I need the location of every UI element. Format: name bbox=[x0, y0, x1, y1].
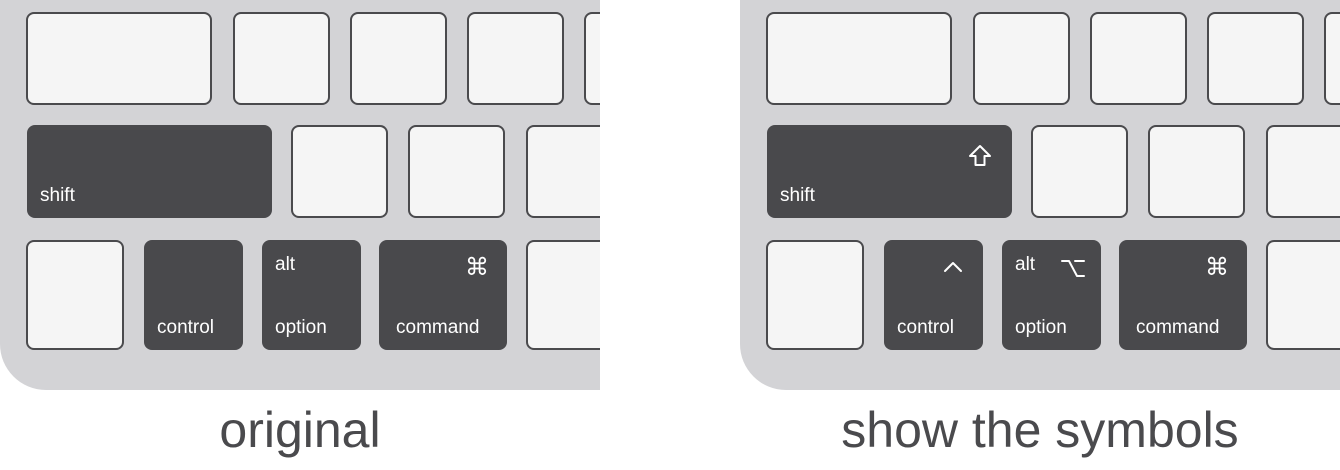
command-key-label: command bbox=[1136, 317, 1220, 338]
key-blank[interactable] bbox=[973, 12, 1070, 105]
command-key-icon: ⌘ bbox=[465, 254, 489, 281]
key-blank[interactable] bbox=[408, 125, 505, 218]
fn-key[interactable] bbox=[26, 240, 124, 350]
keyboard-with-symbols: shift control alt option ⌘ command bbox=[740, 0, 1340, 390]
option-key[interactable]: alt option bbox=[1002, 240, 1101, 350]
key-blank[interactable] bbox=[467, 12, 564, 105]
key-blank[interactable] bbox=[1266, 125, 1340, 218]
option-key-alt-label: alt bbox=[275, 254, 296, 275]
key-blank[interactable] bbox=[1266, 240, 1340, 350]
key-blank[interactable] bbox=[526, 240, 600, 350]
key-blank[interactable] bbox=[526, 125, 600, 218]
option-key-label: option bbox=[1015, 317, 1067, 338]
shift-key-label: shift bbox=[780, 185, 815, 206]
option-key-icon bbox=[1059, 254, 1087, 282]
option-key[interactable]: alt option bbox=[262, 240, 361, 350]
option-key-label: option bbox=[275, 317, 327, 338]
shift-key[interactable]: shift bbox=[27, 125, 272, 218]
control-key[interactable]: control bbox=[144, 240, 243, 350]
option-key-alt-label: alt bbox=[1015, 254, 1036, 275]
control-key-label: control bbox=[897, 317, 955, 338]
key-blank[interactable] bbox=[584, 12, 600, 105]
command-key[interactable]: ⌘ command bbox=[1119, 240, 1247, 350]
key-blank[interactable] bbox=[1090, 12, 1187, 105]
command-key-icon: ⌘ bbox=[1205, 254, 1229, 281]
control-key[interactable]: control bbox=[884, 240, 983, 350]
key-blank[interactable] bbox=[291, 125, 388, 218]
fn-key[interactable] bbox=[766, 240, 864, 350]
key-blank[interactable] bbox=[766, 12, 952, 105]
shift-arrow-icon bbox=[966, 142, 994, 170]
shift-key-label: shift bbox=[40, 185, 75, 206]
key-blank[interactable] bbox=[350, 12, 447, 105]
caption-show-symbols: show the symbols bbox=[841, 402, 1239, 458]
key-blank[interactable] bbox=[1324, 12, 1340, 105]
key-blank[interactable] bbox=[26, 12, 212, 105]
caret-icon bbox=[939, 254, 967, 282]
key-blank[interactable] bbox=[233, 12, 330, 105]
caption-original: original bbox=[219, 402, 381, 458]
command-key-label: command bbox=[396, 317, 480, 338]
command-key[interactable]: ⌘ command bbox=[379, 240, 507, 350]
key-blank[interactable] bbox=[1031, 125, 1128, 218]
key-blank[interactable] bbox=[1207, 12, 1304, 105]
control-key-label: control bbox=[157, 317, 215, 338]
shift-key[interactable]: shift bbox=[767, 125, 1012, 218]
key-blank[interactable] bbox=[1148, 125, 1245, 218]
keyboard-original: shift control alt option ⌘ command bbox=[0, 0, 600, 390]
